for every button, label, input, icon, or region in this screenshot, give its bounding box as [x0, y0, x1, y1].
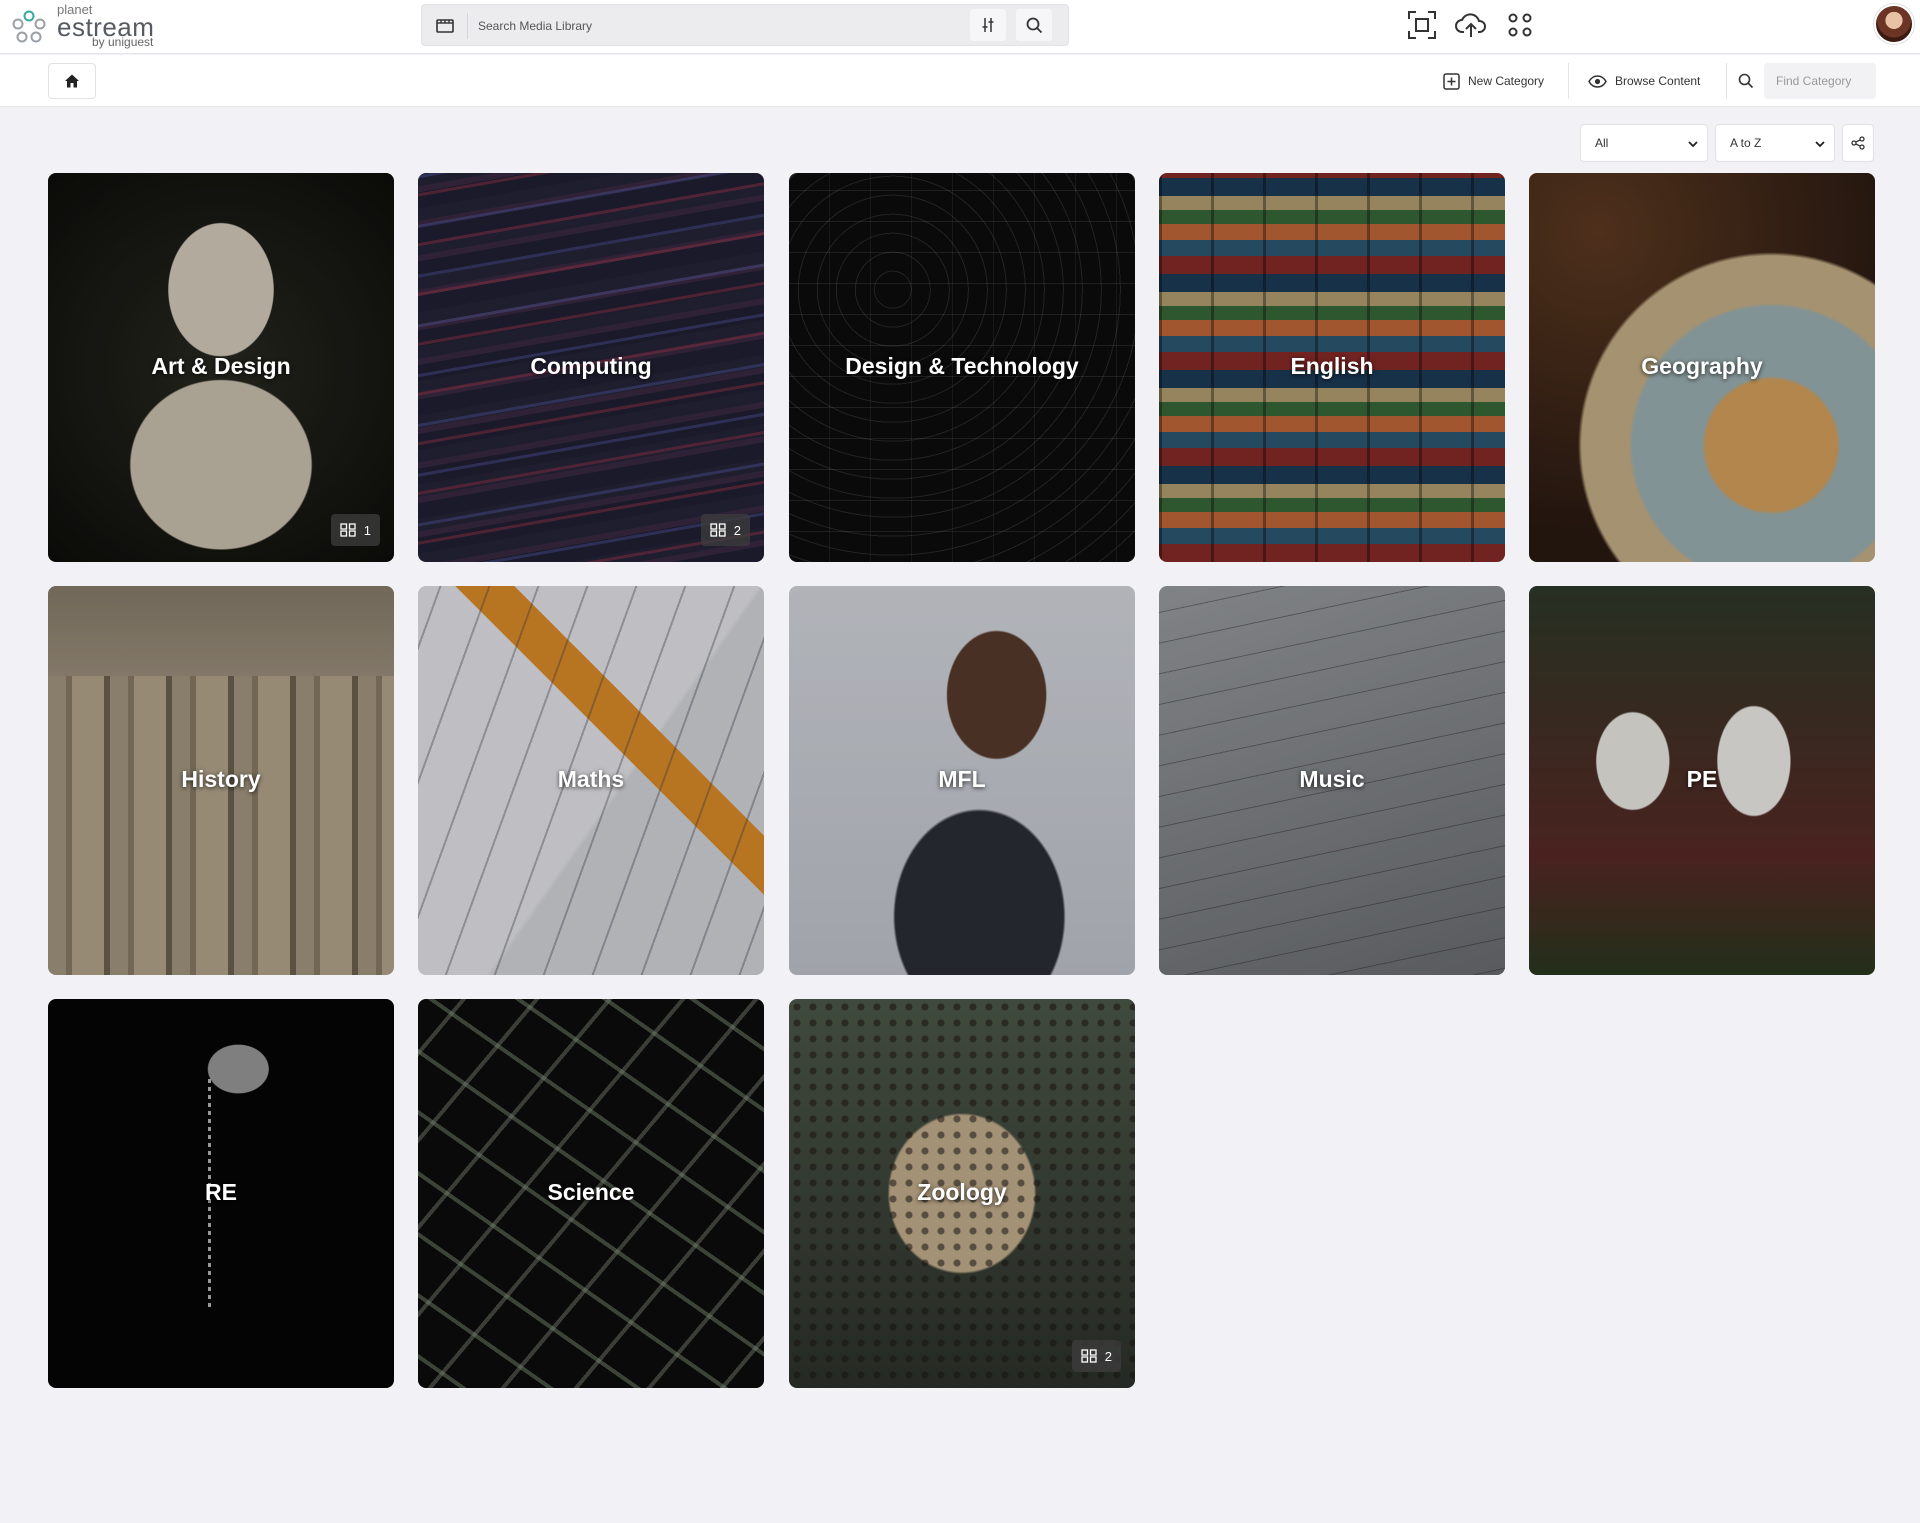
- top-bar: planet estream by uniguest: [0, 0, 1920, 54]
- sliders-icon: [982, 18, 994, 32]
- cloud-upload-icon: [1455, 13, 1486, 37]
- browse-content-button[interactable]: Browse Content: [1588, 69, 1700, 93]
- category-card[interactable]: Geography: [1529, 173, 1875, 562]
- category-toolbar: New Category Browse Content: [0, 55, 1920, 107]
- search-icon: [1738, 73, 1754, 89]
- category-title: English: [1290, 353, 1374, 379]
- category-title: Design & Technology: [845, 353, 1079, 379]
- category-title: Art & Design: [151, 353, 291, 379]
- home-icon: [65, 74, 79, 88]
- category-title: Geography: [1641, 353, 1763, 379]
- planet-estream-logo[interactable]: planet estream by uniguest: [12, 2, 182, 50]
- new-category-label: New Category: [1468, 74, 1545, 88]
- apps-menu-button[interactable]: [1503, 8, 1537, 42]
- toolbar-divider: [1568, 63, 1569, 99]
- category-card[interactable]: Science: [418, 999, 764, 1388]
- sort-select-value: A to Z: [1730, 136, 1762, 150]
- category-card[interactable]: History: [48, 586, 394, 975]
- share-icon: [1851, 136, 1865, 150]
- subcategory-count-badge[interactable]: 1: [330, 514, 380, 546]
- browse-content-label: Browse Content: [1615, 74, 1701, 88]
- category-title: Maths: [557, 766, 625, 792]
- search-bar: [421, 4, 1069, 46]
- subcategory-count: 2: [733, 522, 741, 538]
- brand-by: by uniguest: [92, 35, 154, 49]
- grid-icon: [1081, 1349, 1097, 1363]
- category-card[interactable]: MFL: [789, 586, 1135, 975]
- category-card[interactable]: RE: [48, 999, 394, 1388]
- find-category-input[interactable]: [1764, 63, 1876, 99]
- category-card[interactable]: Zoology 2: [789, 999, 1135, 1388]
- upload-button[interactable]: [1454, 8, 1488, 42]
- category-card[interactable]: Design & Technology: [789, 173, 1135, 562]
- subcategory-count-badge[interactable]: 2: [700, 514, 750, 546]
- chevron-down-icon: [1815, 141, 1825, 148]
- category-title: MFL: [938, 766, 986, 792]
- category-title: PE: [1686, 766, 1718, 792]
- search-icon: [1026, 17, 1042, 33]
- category-title: Zoology: [917, 1179, 1007, 1205]
- category-card[interactable]: Maths: [418, 586, 764, 975]
- capture-button[interactable]: [1405, 8, 1439, 42]
- new-category-button[interactable]: New Category: [1443, 69, 1544, 93]
- filter-select-value: All: [1595, 136, 1609, 150]
- plus-square-icon: [1443, 72, 1460, 90]
- sort-select[interactable]: A to Z: [1715, 124, 1835, 162]
- logo-dots-icon: [12, 10, 46, 43]
- media-type-icon[interactable]: [436, 17, 454, 33]
- category-card[interactable]: PE: [1529, 586, 1875, 975]
- category-title: Computing: [530, 353, 652, 379]
- home-button[interactable]: [48, 63, 96, 99]
- category-title: History: [181, 766, 261, 792]
- user-avatar[interactable]: [1874, 4, 1914, 44]
- category-title: Science: [547, 1179, 635, 1205]
- category-card[interactable]: Art & Design 1: [48, 173, 394, 562]
- subcategory-count-badge[interactable]: 2: [1071, 1340, 1121, 1372]
- find-category-search-button[interactable]: [1738, 69, 1754, 93]
- share-button[interactable]: [1842, 124, 1874, 162]
- category-title: RE: [205, 1179, 237, 1205]
- toolbar-divider: [1726, 63, 1727, 99]
- subcategory-count: 2: [1104, 1348, 1112, 1364]
- scan-frame-icon: [1408, 11, 1436, 39]
- grid-icon: [710, 523, 726, 537]
- subcategory-count: 1: [363, 522, 371, 538]
- search-button[interactable]: [1016, 9, 1052, 41]
- search-filter-button[interactable]: [970, 9, 1006, 41]
- grid-icon: [340, 523, 356, 537]
- apps-grid-icon: [1508, 13, 1532, 37]
- category-card[interactable]: Computing 2: [418, 173, 764, 562]
- eye-icon: [1588, 74, 1607, 88]
- chevron-down-icon: [1688, 141, 1698, 148]
- category-title: Music: [1299, 766, 1365, 792]
- category-card[interactable]: English: [1159, 173, 1505, 562]
- search-input[interactable]: [478, 11, 878, 41]
- search-divider: [467, 13, 468, 39]
- category-card[interactable]: Music: [1159, 586, 1505, 975]
- filter-select[interactable]: All: [1580, 124, 1708, 162]
